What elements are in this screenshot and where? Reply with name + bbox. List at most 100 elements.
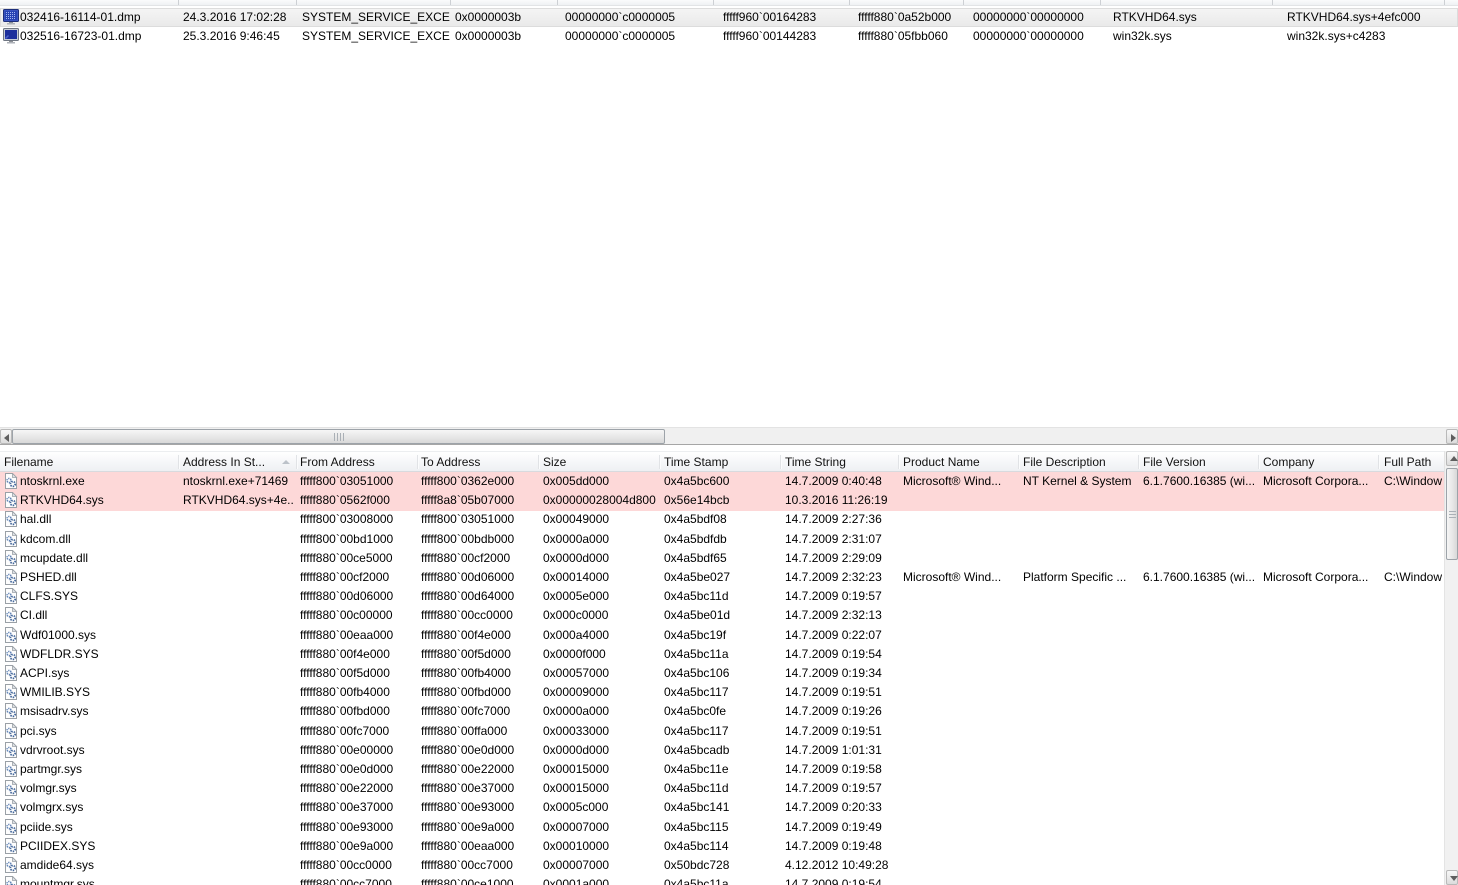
horizontal-scrollbar[interactable]	[0, 427, 1458, 444]
cell-filename: pci.sys	[20, 722, 176, 742]
cell-file-description	[1023, 587, 1135, 607]
driver-row[interactable]: PCIIDEX.SYSfffff880`00e9a000fffff880`00e…	[0, 837, 1444, 857]
column-header-from-address[interactable]: From Address	[300, 452, 425, 473]
column-header-product-name[interactable]: Product Name	[903, 452, 1025, 473]
cell-time-stamp: 0x4a5bc11a	[664, 645, 777, 665]
column-header-full-path[interactable]: Full Path	[1384, 452, 1452, 473]
vertical-scrollbar-thumb[interactable]	[1446, 468, 1458, 560]
vertical-scrollbar[interactable]	[1444, 451, 1458, 885]
driver-row[interactable]: WMILIB.SYSfffff880`00fb4000fffff880`00fb…	[0, 683, 1444, 703]
column-header-to-address[interactable]: To Address	[421, 452, 545, 473]
cell-file-description	[1023, 818, 1135, 838]
driver-row[interactable]: vdrvroot.sysfffff880`00e00000fffff880`00…	[0, 741, 1444, 761]
driver-row[interactable]: kdcom.dllfffff800`00bd1000fffff800`00bdb…	[0, 530, 1444, 550]
driver-row[interactable]: hal.dllfffff800`03008000fffff800`0305100…	[0, 510, 1444, 530]
driver-row[interactable]: ACPI.sysfffff880`00f5d000fffff880`00fb40…	[0, 664, 1444, 684]
thumb-grip-icon	[1449, 510, 1456, 518]
driver-row[interactable]: CI.dllfffff880`00c00000fffff880`00cc0000…	[0, 606, 1444, 626]
column-header-filename[interactable]: Filename	[4, 452, 170, 473]
column-separator	[178, 0, 179, 5]
cell-filename: hal.dll	[20, 510, 176, 530]
driver-row[interactable]: pci.sysfffff880`00fc7000fffff880`00ffa00…	[0, 722, 1444, 742]
column-header-company[interactable]: Company	[1263, 452, 1386, 473]
column-header-size[interactable]: Size	[543, 452, 666, 473]
driver-row[interactable]: CLFS.SYSfffff880`00d06000fffff880`00d640…	[0, 587, 1444, 607]
system-file-icon	[3, 761, 19, 777]
cell-file-version	[1143, 626, 1255, 646]
cell-caused-by-driver: RTKVHD64.sys	[1113, 8, 1281, 27]
column-header-file-description[interactable]: File Description	[1023, 452, 1145, 473]
cell-product-name	[903, 530, 1015, 550]
cell-from-address: fffff800`03008000	[300, 510, 415, 530]
cell-full-path	[1384, 587, 1442, 607]
column-header-file-version[interactable]: File Version	[1143, 452, 1265, 473]
cell-file-version	[1143, 530, 1255, 550]
dump-file-row[interactable]: 032516-16723-01.dmp25.3.2016 9:46:45SYST…	[0, 27, 1458, 46]
column-separator	[178, 455, 179, 469]
cell-company: Microsoft Corpora...	[1263, 568, 1376, 588]
driver-row[interactable]: ntoskrnl.exentoskrnl.exe+71469fffff800`0…	[0, 472, 1444, 492]
cell-time-string: 14.7.2009 2:27:36	[785, 510, 895, 530]
cell-full-path	[1384, 760, 1442, 780]
scroll-down-button[interactable]	[1446, 870, 1458, 885]
cell-time-string: 14.7.2009 0:19:26	[785, 702, 895, 722]
cell-file-version	[1143, 510, 1255, 530]
cell-company: Microsoft Corpora...	[1263, 472, 1376, 492]
column-header-time-string[interactable]: Time String	[785, 452, 905, 473]
cell-company	[1263, 530, 1376, 550]
cell-parameter-1: 00000000`c0000005	[565, 8, 717, 27]
column-separator	[1138, 455, 1139, 469]
driver-row[interactable]: pciide.sysfffff880`00e93000fffff880`00e9…	[0, 818, 1444, 838]
driver-row[interactable]: volmgrx.sysfffff880`00e37000fffff880`00e…	[0, 798, 1444, 818]
scroll-right-button[interactable]	[1446, 429, 1458, 444]
cell-time-stamp: 0x4a5bc115	[664, 818, 777, 838]
cell-file-version	[1143, 798, 1255, 818]
cell-file-version	[1143, 664, 1255, 684]
cell-full-path	[1384, 549, 1442, 569]
cell-product-name	[903, 798, 1015, 818]
cell-size: 0x00000028004d8000	[543, 491, 656, 511]
cell-time-string: 14.7.2009 0:19:49	[785, 818, 895, 838]
cell-parameter-3: fffff880`0a52b000	[858, 8, 968, 27]
driver-row[interactable]: WDFLDR.SYSfffff880`00f4e000fffff880`00f5…	[0, 645, 1444, 665]
scroll-up-button[interactable]	[1446, 451, 1458, 466]
cell-file-description	[1023, 683, 1135, 703]
driver-row[interactable]: partmgr.sysfffff880`00e0d000fffff880`00e…	[0, 760, 1444, 780]
cell-size: 0x005dd000	[543, 472, 656, 492]
cell-to-address: fffff800`00bdb000	[421, 530, 535, 550]
cell-filename: CI.dll	[20, 606, 176, 626]
driver-row[interactable]: PSHED.dllfffff880`00cf2000fffff880`00d06…	[0, 568, 1444, 588]
cell-parameter-2: fffff960`00164283	[723, 8, 853, 27]
cell-time-string: 4.12.2012 10:49:28	[785, 856, 895, 876]
cell-time-stamp: 0x4a5bc114	[664, 837, 777, 857]
cell-company	[1263, 837, 1376, 857]
driver-row[interactable]: RTKVHD64.sysRTKVHD64.sys+4e...fffff880`0…	[0, 491, 1444, 511]
horizontal-scrollbar-thumb[interactable]	[12, 429, 665, 444]
cell-time-string: 14.7.2009 0:19:57	[785, 587, 895, 607]
cell-file-version	[1143, 760, 1255, 780]
cell-address-in-stack	[183, 856, 293, 876]
cell-company	[1263, 722, 1376, 742]
column-separator	[780, 455, 781, 469]
cell-product-name	[903, 587, 1015, 607]
dump-file-row[interactable]: 032416-16114-01.dmp24.3.2016 17:02:28SYS…	[0, 8, 1458, 27]
cell-to-address: fffff880`00d06000	[421, 568, 535, 588]
driver-row[interactable]: Wdf01000.sysfffff880`00eaa000fffff880`00…	[0, 626, 1444, 646]
column-separator	[296, 0, 297, 5]
cell-address-in-stack	[183, 606, 293, 626]
cell-product-name: Microsoft® Wind...	[903, 472, 1015, 492]
cell-size: 0x00057000	[543, 664, 656, 684]
system-file-icon	[3, 492, 19, 508]
cell-time-stamp: 0x4a5bc117	[664, 722, 777, 742]
driver-row[interactable]: volmgr.sysfffff880`00e22000fffff880`00e3…	[0, 779, 1444, 799]
cell-address-in-stack	[183, 645, 293, 665]
cell-filename: ntoskrnl.exe	[20, 472, 176, 492]
driver-row[interactable]: mountmgr.sysfffff880`00cc7000fffff880`00…	[0, 875, 1444, 885]
driver-row[interactable]: mcupdate.dllfffff880`00ce5000fffff880`00…	[0, 549, 1444, 569]
cell-file-description	[1023, 626, 1135, 646]
cell-product-name	[903, 645, 1015, 665]
column-header-time-stamp[interactable]: Time Stamp	[664, 452, 787, 473]
driver-row[interactable]: msisadrv.sysfffff880`00fbd000fffff880`00…	[0, 702, 1444, 722]
scroll-left-button[interactable]	[0, 429, 12, 444]
driver-row[interactable]: amdide64.sysfffff880`00cc0000fffff880`00…	[0, 856, 1444, 876]
